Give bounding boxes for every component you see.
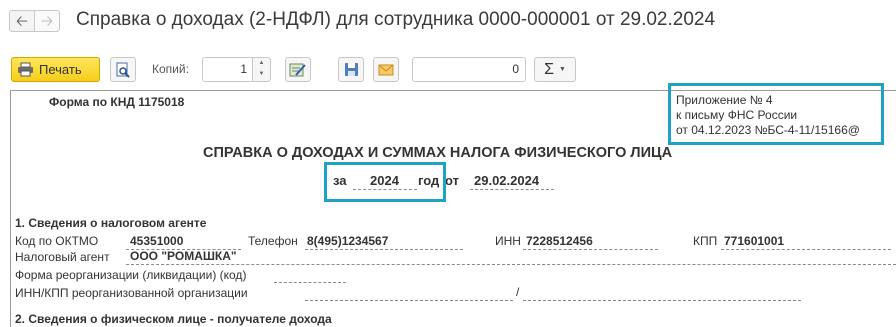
edit-document-button[interactable] xyxy=(285,57,311,82)
phone-label: Телефон xyxy=(248,234,298,248)
kpp-underline xyxy=(721,249,891,250)
inn-label: ИНН xyxy=(495,234,521,248)
document-heading: СПРАВКА О ДОХОДАХ И СУММАХ НАЛОГА ФИЗИЧЕ… xyxy=(203,145,673,161)
spin-down-icon[interactable]: ▼ xyxy=(253,69,270,80)
copies-label: Копий: xyxy=(152,62,189,76)
arrow-left-icon: 🡠 xyxy=(15,12,29,30)
printer-icon xyxy=(18,62,33,77)
copies-input[interactable]: 1 xyxy=(202,57,253,82)
kpp-label: КПП xyxy=(693,234,718,248)
agent-label: Налоговый агент xyxy=(15,250,110,264)
agent-value: ООО "РОМАШКА" xyxy=(130,249,237,263)
form-code: Форма по КНД 1175018 xyxy=(49,95,185,109)
floppy-disk-icon xyxy=(344,63,358,76)
oktmo-value: 45351000 xyxy=(130,234,184,248)
inn-value: 7228512456 xyxy=(526,234,593,248)
spin-up-icon[interactable]: ▲ xyxy=(253,58,270,69)
arrow-right-icon: 🡢 xyxy=(40,12,54,30)
print-label: Печать xyxy=(39,62,82,77)
reorg-label: Форма реорганизации (ликвидации) (код) xyxy=(15,268,247,282)
phone-underline xyxy=(305,249,463,250)
appendix-highlight xyxy=(668,83,884,145)
reorg-inn-underline xyxy=(305,300,513,301)
date-underline xyxy=(470,189,554,190)
copies-stepper[interactable]: ▲ ▼ xyxy=(253,57,271,82)
reorg-slash: / xyxy=(516,285,520,299)
sum-field[interactable]: 0 xyxy=(412,57,526,82)
agent-underline xyxy=(126,264,896,265)
envelope-icon xyxy=(378,64,394,75)
back-button[interactable]: 🡠 xyxy=(9,10,35,32)
preview-button[interactable] xyxy=(110,57,136,82)
sum-mode-dropdown[interactable]: Σ ▼ xyxy=(534,57,576,82)
inn-underline xyxy=(523,249,658,250)
report-date: 29.02.2024 xyxy=(474,173,540,188)
send-email-button[interactable] xyxy=(373,57,399,82)
reorg-kpp-underline xyxy=(523,300,801,301)
save-button[interactable] xyxy=(338,57,364,82)
window-title: Справка о доходах (2-НДФЛ) для сотрудник… xyxy=(76,9,716,30)
oktmo-label: Код по ОКТМО xyxy=(15,234,99,248)
date-from-label: от xyxy=(445,173,459,188)
kpp-value: 771601001 xyxy=(724,234,785,248)
forward-button[interactable]: 🡢 xyxy=(34,10,60,32)
section2-title: 2. Сведения о физическом лице - получате… xyxy=(15,312,332,326)
sigma-icon: Σ xyxy=(544,60,554,78)
reorg-underline xyxy=(274,282,346,283)
document-border-left xyxy=(10,90,11,327)
reorg-inn-label: ИНН/КПП реорганизованной организации xyxy=(15,286,248,300)
section1-title: 1. Сведения о налоговом агенте xyxy=(15,216,207,230)
preview-icon xyxy=(116,62,130,78)
edit-document-icon xyxy=(289,63,306,76)
phone-value: 8(495)1234567 xyxy=(307,234,389,248)
chevron-down-icon: ▼ xyxy=(558,66,566,73)
period-highlight xyxy=(324,162,446,202)
print-button[interactable]: Печать xyxy=(11,57,100,82)
